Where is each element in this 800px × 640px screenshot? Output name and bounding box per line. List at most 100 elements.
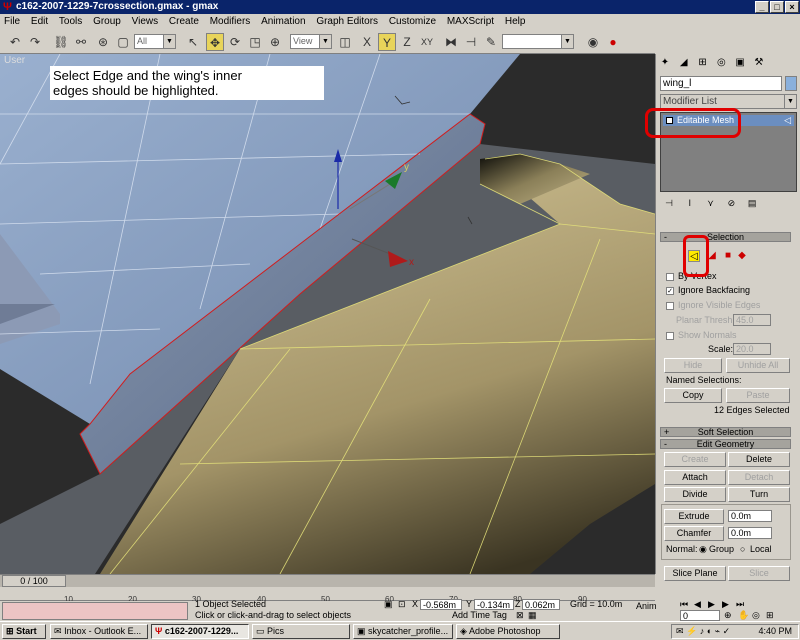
task-outlook[interactable]: ✉ Inbox - Outlook E... xyxy=(50,624,148,639)
slice-button[interactable]: Slice xyxy=(728,566,790,581)
key-mode-icon[interactable]: ⊠ xyxy=(516,610,524,621)
add-time-tag-button[interactable]: Add Time Tag xyxy=(452,610,507,621)
task-gmax[interactable]: Ψ c162-2007-1229... xyxy=(151,624,249,639)
menu-create[interactable]: Create xyxy=(165,14,203,30)
axis-z-button[interactable]: Z xyxy=(398,33,416,51)
element-icon[interactable]: ◆ xyxy=(736,250,748,262)
y-coord-field[interactable]: -0.134m xyxy=(474,599,514,610)
maximize-button[interactable]: □ xyxy=(770,1,784,13)
planar-thresh-spinner[interactable]: 45.0 xyxy=(733,314,771,326)
axis-y-button[interactable]: Y xyxy=(378,33,396,51)
select-object-icon[interactable]: ↖ xyxy=(184,33,202,51)
render-icon[interactable]: ● xyxy=(604,33,622,51)
group-radio-icon[interactable]: ◉ xyxy=(699,544,707,555)
menu-modifiers[interactable]: Modifiers xyxy=(206,14,255,30)
z-coord-field[interactable]: 0.062m xyxy=(522,599,560,610)
start-button[interactable]: ⊞ Start xyxy=(2,624,46,639)
minimize-button[interactable]: _ xyxy=(755,1,769,13)
motion-tab-icon[interactable]: ◎ xyxy=(714,56,728,70)
modify-tab-icon[interactable]: ◢ xyxy=(677,56,691,70)
next-frame-icon[interactable]: ▶ xyxy=(722,599,729,610)
task-pics[interactable]: ▭ Pics xyxy=(252,624,350,639)
mirror-icon[interactable]: ⧓ xyxy=(442,33,460,51)
extrude-spinner[interactable]: 0.0m xyxy=(728,510,772,522)
show-normals-checkbox[interactable] xyxy=(666,332,674,340)
task-skycatcher[interactable]: ▣ skycatcher_profile... xyxy=(353,624,453,639)
viewport-user[interactable]: User Select Edge and the wing's inner ed… xyxy=(0,54,655,574)
create-button[interactable]: Create xyxy=(664,452,726,467)
align-icon[interactable]: ⊣ xyxy=(462,33,480,51)
chamfer-button[interactable]: Chamfer xyxy=(664,526,724,541)
scale-spinner[interactable]: 20.0 xyxy=(733,343,771,355)
hierarchy-tab-icon[interactable]: ⊞ xyxy=(696,56,710,70)
current-frame-field[interactable]: 0 xyxy=(680,610,720,621)
object-color-swatch[interactable] xyxy=(785,76,797,91)
menu-edit[interactable]: Edit xyxy=(27,14,52,30)
menu-tools[interactable]: Tools xyxy=(55,14,86,30)
menu-file[interactable]: File xyxy=(0,14,24,30)
axis-x-button[interactable]: X xyxy=(358,33,376,51)
named-selection-dropdown[interactable]: ▼ xyxy=(502,34,574,49)
select-link-icon[interactable]: ⛓ xyxy=(52,33,70,51)
gmax-app-icon[interactable]: Ψ xyxy=(3,1,13,13)
paste-button[interactable]: Paste xyxy=(726,388,790,403)
slice-plane-button[interactable]: Slice Plane xyxy=(664,566,726,581)
goto-end-icon[interactable]: ⏭ xyxy=(736,599,744,610)
time-slider[interactable]: 0 / 100 xyxy=(0,574,655,587)
display-tab-icon[interactable]: ▣ xyxy=(733,56,747,70)
menu-group[interactable]: Group xyxy=(89,14,125,30)
time-config-icon[interactable]: ▦ xyxy=(528,610,537,621)
maxscript-listener[interactable] xyxy=(2,602,188,620)
snap-icon[interactable]: ✎ xyxy=(482,33,500,51)
move-icon[interactable]: ✥ xyxy=(206,33,224,51)
pivot-center-icon[interactable]: ◫ xyxy=(336,33,354,51)
goto-start-icon[interactable]: ⏮ xyxy=(680,599,688,610)
redo-icon[interactable]: ↷ xyxy=(26,33,44,51)
menu-views[interactable]: Views xyxy=(128,14,163,30)
divide-button[interactable]: Divide xyxy=(664,487,726,502)
play-icon[interactable]: ▶ xyxy=(708,599,715,610)
rollout-selection[interactable]: - Selection xyxy=(660,232,791,242)
pin-stack-icon[interactable]: ⊣ xyxy=(662,196,676,210)
polygon-icon[interactable]: ■ xyxy=(722,250,734,262)
prev-frame-icon[interactable]: ◀ xyxy=(694,599,701,610)
extrude-button[interactable]: Extrude xyxy=(664,509,724,524)
rollout-soft-selection[interactable]: + Soft Selection xyxy=(660,427,791,437)
menu-customize[interactable]: Customize xyxy=(385,14,440,30)
pan-icon[interactable]: ✋ xyxy=(738,610,749,621)
make-unique-icon[interactable]: ⋎ xyxy=(704,196,718,210)
chamfer-spinner[interactable]: 0.0m xyxy=(728,527,772,539)
task-photoshop[interactable]: ◈ Adobe Photoshop xyxy=(456,624,560,639)
hide-button[interactable]: Hide xyxy=(664,358,722,373)
scale-icon[interactable]: ◳ xyxy=(246,33,264,51)
undo-icon[interactable]: ↶ xyxy=(6,33,24,51)
time-slider-thumb[interactable]: 0 / 100 xyxy=(2,575,66,587)
copy-button[interactable]: Copy xyxy=(664,388,722,403)
absolute-mode-icon[interactable]: ⊡ xyxy=(398,599,406,610)
pivot-icon[interactable]: ⊕ xyxy=(266,33,284,51)
detach-button[interactable]: Detach xyxy=(728,470,790,485)
close-button[interactable]: × xyxy=(785,1,799,13)
rotate-icon[interactable]: ⟳ xyxy=(226,33,244,51)
zoom-icon[interactable]: ⊕ xyxy=(724,610,732,621)
by-vertex-checkbox[interactable] xyxy=(666,273,674,281)
maximize-viewport-icon[interactable]: ⊞ xyxy=(766,610,774,621)
unlink-icon[interactable]: ⚯ xyxy=(72,33,90,51)
menu-help[interactable]: Help xyxy=(501,14,530,30)
lock-selection-icon[interactable]: ▣ xyxy=(384,599,393,610)
unhide-all-button[interactable]: Unhide All xyxy=(726,358,790,373)
ignore-visible-edges-checkbox[interactable] xyxy=(666,302,674,310)
create-tab-icon[interactable]: ✦ xyxy=(658,56,672,70)
selection-filter-dropdown[interactable]: All ▼ xyxy=(134,34,176,49)
region-select-icon[interactable]: ▢ xyxy=(114,33,132,51)
menu-animation[interactable]: Animation xyxy=(257,14,309,30)
axis-xy-button[interactable]: XY xyxy=(418,33,436,51)
delete-button[interactable]: Delete xyxy=(728,452,790,467)
attach-button[interactable]: Attach xyxy=(664,470,726,485)
orbit-icon[interactable]: ◎ xyxy=(752,610,760,621)
local-radio-icon[interactable]: ○ xyxy=(740,544,745,555)
anim-button[interactable]: Anim xyxy=(636,601,657,612)
object-name-field[interactable]: wing_l xyxy=(660,76,782,91)
bind-space-warp-icon[interactable]: ⊛ xyxy=(94,33,112,51)
menu-graph-editors[interactable]: Graph Editors xyxy=(312,14,382,30)
